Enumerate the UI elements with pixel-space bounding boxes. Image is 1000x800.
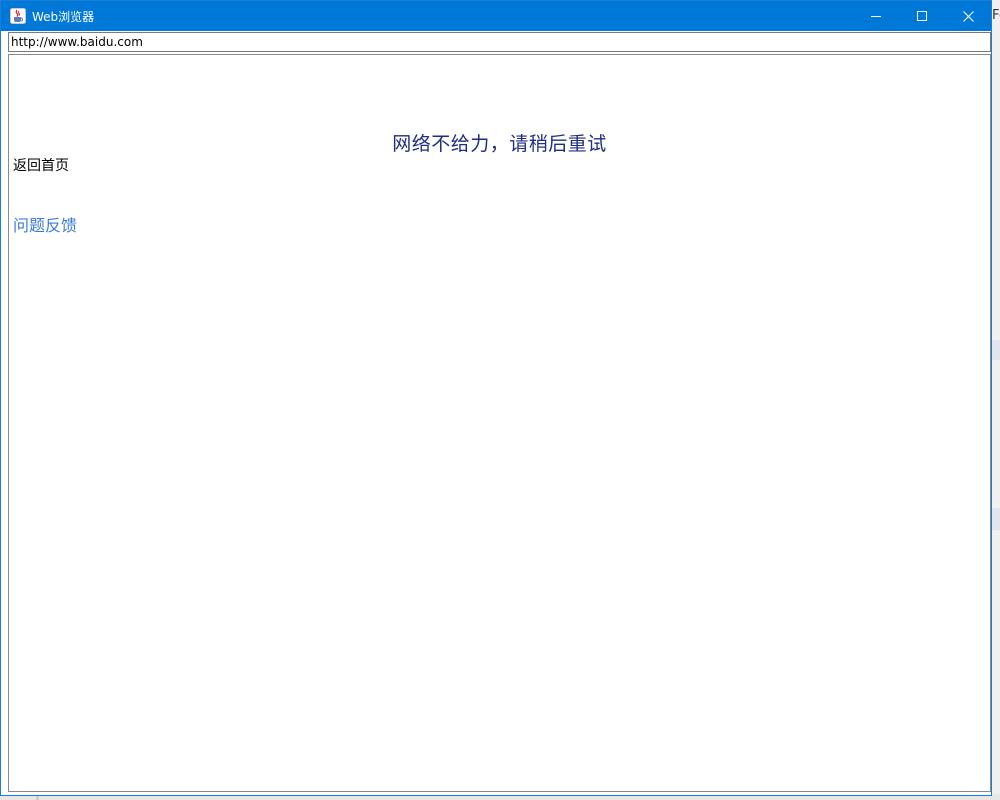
background-window-edge	[992, 508, 1000, 530]
background-window-edge	[992, 340, 1000, 360]
minimize-icon	[871, 16, 881, 17]
java-cup-icon[interactable]	[10, 8, 26, 24]
close-button[interactable]	[945, 1, 991, 31]
browser-window: Web浏览器 网络不给力，请稍后重试 返回首页 问题反馈	[0, 0, 992, 796]
maximize-button[interactable]	[899, 1, 945, 31]
close-icon	[962, 10, 974, 22]
title-bar[interactable]: Web浏览器	[1, 1, 991, 31]
maximize-icon	[917, 11, 927, 21]
page-content: 网络不给力，请稍后重试 返回首页 问题反馈	[8, 54, 991, 792]
feedback-link[interactable]: 问题反馈	[13, 212, 77, 236]
network-error-message: 网络不给力，请稍后重试	[392, 133, 607, 155]
address-bar-input[interactable]	[8, 32, 991, 52]
background-window-text: Fo	[992, 8, 1000, 23]
window-title: Web浏览器	[32, 9, 95, 24]
back-home-link[interactable]: 返回首页	[13, 155, 69, 175]
minimize-button[interactable]	[853, 1, 899, 31]
